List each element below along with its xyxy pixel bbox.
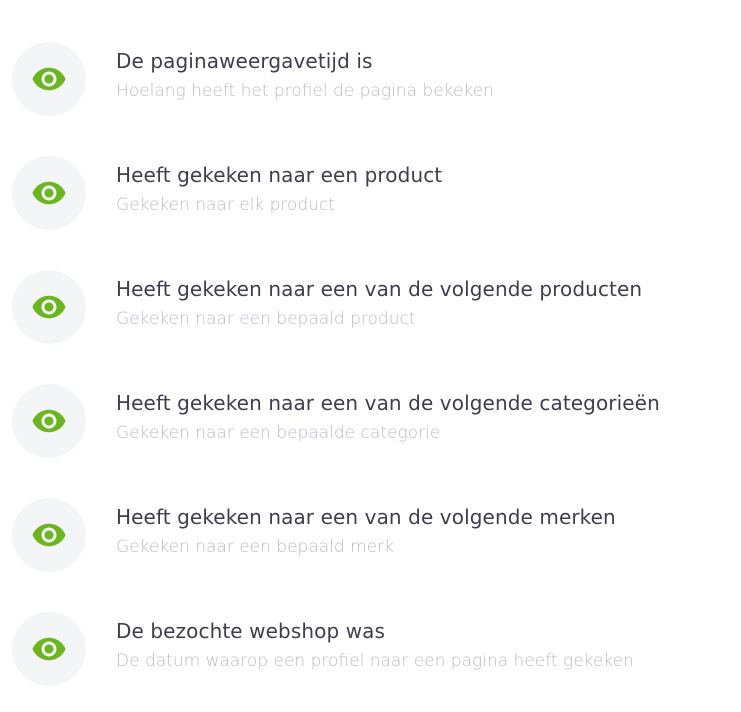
condition-item-viewed-product[interactable]: Heeft gekeken naar een product Gekeken n… (0, 152, 741, 232)
condition-title: Heeft gekeken naar een van de volgende m… (116, 505, 616, 529)
condition-title: Heeft gekeken naar een van de volgende p… (116, 277, 643, 301)
condition-title: De paginaweergavetijd is (116, 49, 373, 73)
eye-icon (12, 384, 86, 458)
condition-subtitle: Gekeken naar een bepaalde categorie (116, 423, 441, 443)
condition-item-viewed-products[interactable]: Heeft gekeken naar een van de volgende p… (0, 266, 741, 346)
condition-item-page-view-time[interactable]: De paginaweergavetijd is Hoelang heeft h… (0, 38, 741, 118)
condition-subtitle: Hoelang heeft het profiel de pagina beke… (116, 81, 494, 101)
eye-icon (12, 156, 86, 230)
condition-item-viewed-categories[interactable]: Heeft gekeken naar een van de volgende c… (0, 380, 741, 460)
condition-subtitle: De datum waarop een profiel naar een pag… (116, 651, 634, 671)
condition-title: Heeft gekeken naar een van de volgende c… (116, 391, 660, 415)
condition-subtitle: Gekeken naar een bepaald merk (116, 537, 394, 557)
condition-subtitle: Gekeken naar elk product (116, 195, 336, 215)
eye-icon (12, 42, 86, 116)
eye-icon (12, 498, 86, 572)
condition-title: De bezochte webshop was (116, 619, 386, 643)
condition-item-viewed-brands[interactable]: Heeft gekeken naar een van de volgende m… (0, 494, 741, 574)
condition-list: De paginaweergavetijd is Hoelang heeft h… (0, 0, 741, 712)
condition-title: Heeft gekeken naar een product (116, 163, 443, 187)
condition-item-visited-webshop[interactable]: De bezochte webshop was De datum waarop … (0, 608, 741, 688)
condition-subtitle: Gekeken naar een bepaald product (116, 309, 416, 329)
eye-icon (12, 612, 86, 686)
eye-icon (12, 270, 86, 344)
